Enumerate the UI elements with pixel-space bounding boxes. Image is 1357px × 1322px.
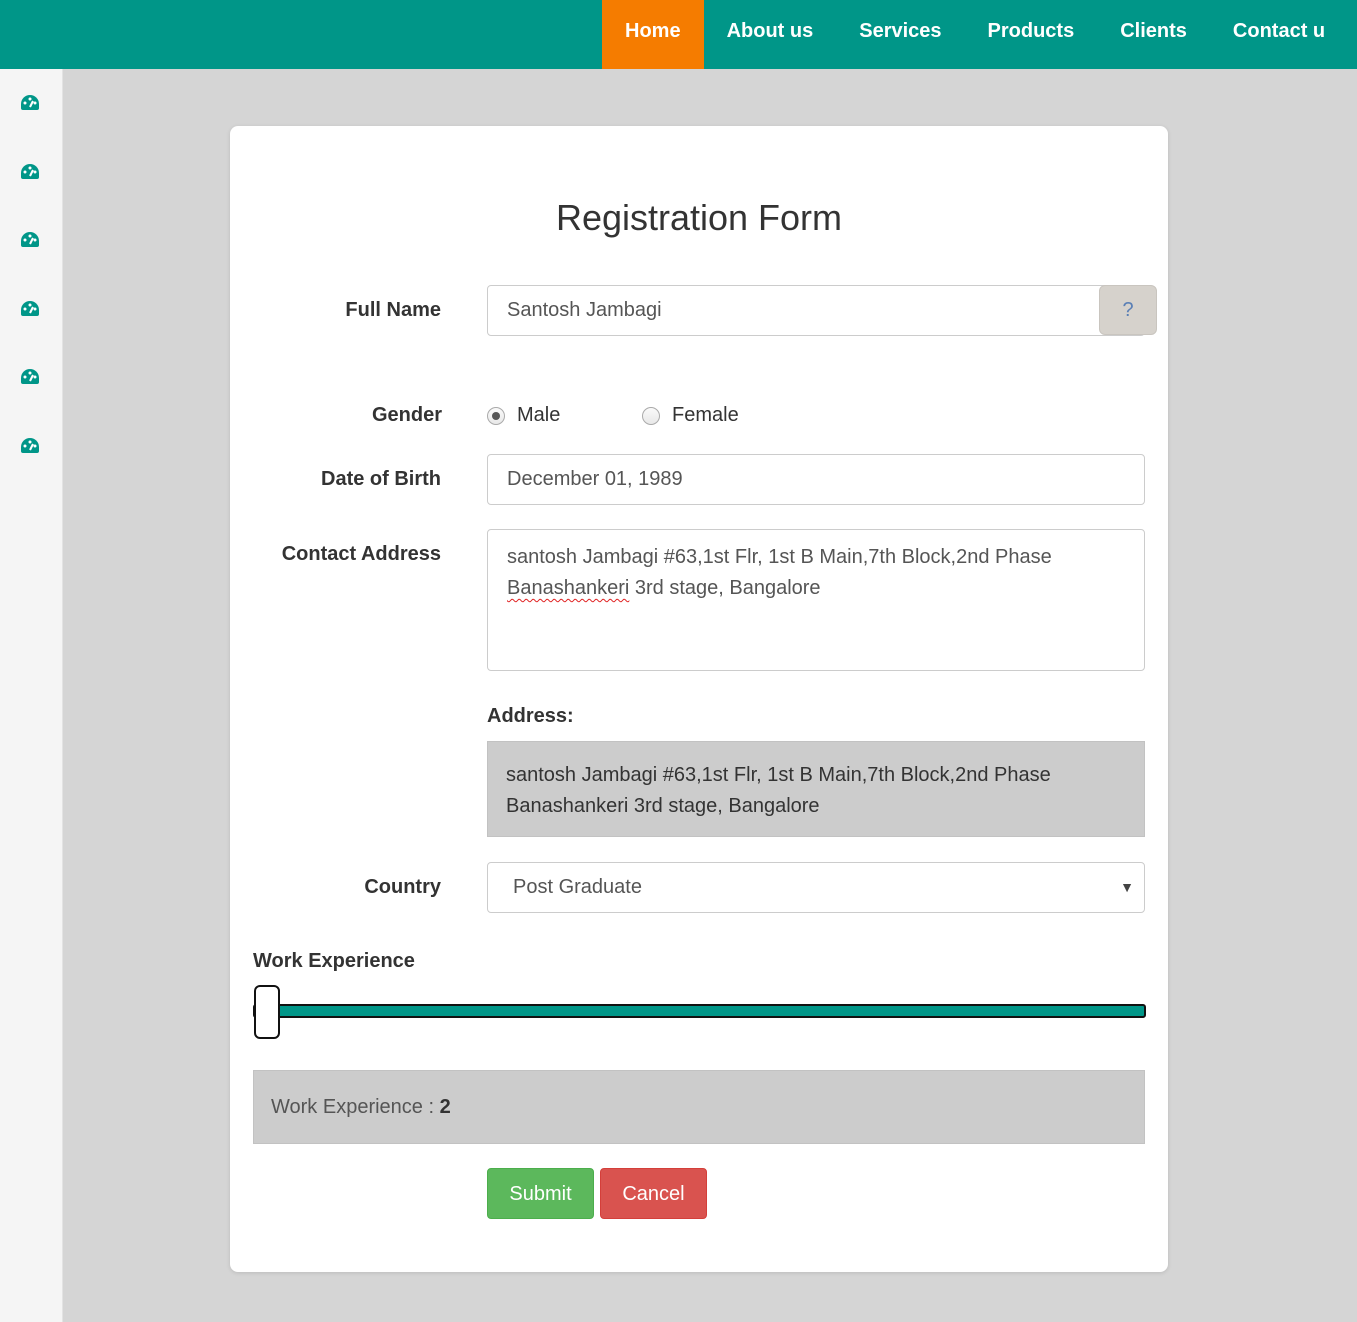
address-preview-box: santosh Jambagi #63,1st Flr, 1st B Main,… [487, 741, 1145, 837]
full-name-label: Full Name [345, 299, 441, 321]
nav-contact[interactable]: Contact u [1210, 0, 1348, 69]
contact-address-label: Contact Address [281, 543, 441, 565]
dashboard-icon[interactable] [19, 436, 41, 456]
submit-button[interactable]: Submit [487, 1168, 594, 1219]
gender-label: Gender [371, 404, 442, 426]
nav-products[interactable]: Products [965, 0, 1098, 69]
address-line1: santosh Jambagi #63,1st Flr, 1st B Main,… [507, 546, 1052, 568]
form-title: Registration Form [555, 197, 843, 238]
dashboard-icon[interactable] [19, 162, 41, 182]
work-experience-label: Work Experience [253, 950, 415, 972]
dashboard-icon[interactable] [19, 299, 41, 319]
full-name-input[interactable] [487, 285, 1145, 336]
nav-home[interactable]: Home [602, 0, 704, 69]
gender-male-option[interactable]: Male [487, 404, 560, 427]
chevron-down-icon: ▼ [1120, 879, 1134, 895]
work-experience-slider-handle[interactable] [254, 985, 280, 1039]
work-experience-display: Work Experience : 2 [253, 1070, 1145, 1144]
misspelled-word: Banashankeri [507, 577, 630, 599]
address-preview-line2: Banashankeri 3rd stage, Bangalore [506, 795, 820, 817]
cancel-button[interactable]: Cancel [600, 1168, 707, 1219]
address-preview-label: Address: [487, 705, 574, 727]
male-label: Male [517, 404, 561, 426]
address-preview-line1: santosh Jambagi #63,1st Flr, 1st B Main,… [506, 764, 1051, 786]
sidebar [0, 69, 63, 1322]
dashboard-icon[interactable] [19, 367, 41, 387]
female-label: Female [672, 404, 739, 426]
nav-clients[interactable]: Clients [1097, 0, 1210, 69]
gender-female-option[interactable]: Female [642, 404, 739, 427]
work-experience-display-label: Work Experience : [271, 1096, 440, 1118]
country-select[interactable]: Post Graduate ▼ [487, 862, 1145, 913]
contact-address-textarea[interactable]: santosh Jambagi #63,1st Flr, 1st B Main,… [487, 529, 1145, 671]
dob-input[interactable] [487, 454, 1145, 505]
work-experience-slider-track[interactable] [253, 1004, 1146, 1018]
dashboard-icon[interactable] [19, 93, 41, 113]
work-experience-value: 2 [439, 1096, 451, 1118]
nav-about-us[interactable]: About us [704, 0, 837, 69]
country-label: Country [364, 876, 441, 898]
address-line2-rest: 3rd stage, Bangalore [629, 577, 821, 599]
help-button[interactable]: ? [1099, 285, 1157, 335]
nav-menu: Home About us Services Products Clients … [602, 0, 1348, 69]
nav-services[interactable]: Services [836, 0, 964, 69]
dob-label: Date of Birth [321, 468, 441, 490]
top-navbar: Home About us Services Products Clients … [0, 0, 1357, 69]
female-radio[interactable] [642, 406, 660, 425]
country-selected-value: Post Graduate [513, 876, 642, 898]
male-radio[interactable] [487, 406, 505, 425]
